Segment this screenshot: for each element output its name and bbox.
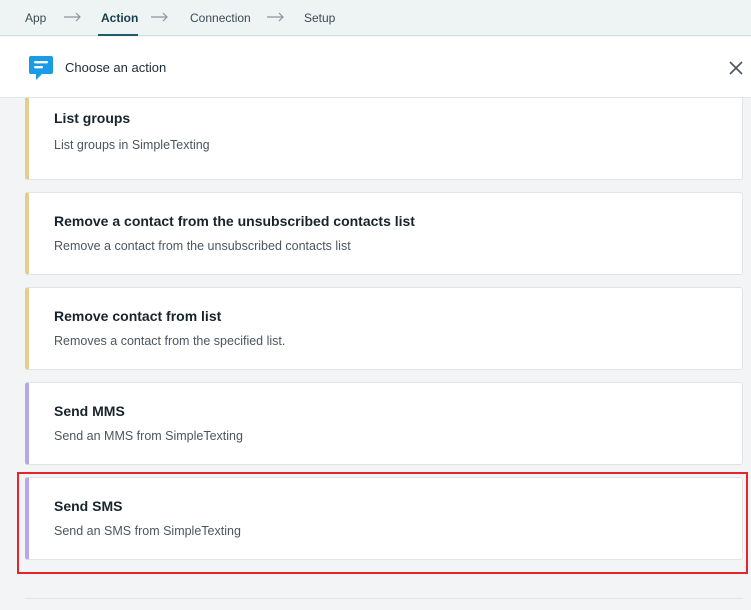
action-title: Remove contact from list (54, 308, 222, 324)
action-card-remove-unsubscribed[interactable]: Remove a contact from the unsubscribed c… (25, 192, 743, 275)
breadcrumb-setup[interactable]: Setup (304, 11, 335, 25)
action-card-list-groups[interactable]: List groups List groups in SimpleTexting (25, 98, 743, 180)
breadcrumb-app[interactable]: App (25, 11, 46, 25)
action-card-remove-from-list[interactable]: Remove contact from list Removes a conta… (25, 287, 743, 370)
action-description: List groups in SimpleTexting (54, 138, 210, 152)
list-divider (25, 598, 743, 599)
action-title: Send SMS (54, 498, 123, 514)
action-card-send-mms[interactable]: Send MMS Send an MMS from SimpleTexting (25, 382, 743, 465)
dialog-header: Choose an action (0, 37, 751, 98)
breadcrumb-connection[interactable]: Connection (190, 11, 251, 25)
arrow-right-icon (64, 12, 81, 22)
action-description: Removes a contact from the specified lis… (54, 334, 286, 348)
action-title: Send MMS (54, 403, 125, 419)
action-card-send-sms[interactable]: Send SMS Send an SMS from SimpleTexting (25, 477, 743, 560)
arrow-right-icon (151, 12, 168, 22)
close-icon[interactable] (728, 60, 744, 76)
action-description: Remove a contact from the unsubscribed c… (54, 239, 351, 253)
dialog-title: Choose an action (65, 60, 167, 75)
active-step-indicator (98, 34, 138, 36)
action-title: Remove a contact from the unsubscribed c… (54, 213, 415, 229)
action-title: List groups (54, 110, 131, 126)
action-list: List groups List groups in SimpleTexting… (0, 98, 751, 610)
action-description: Send an SMS from SimpleTexting (54, 524, 241, 538)
action-description: Send an MMS from SimpleTexting (54, 429, 243, 443)
breadcrumb-action[interactable]: Action (101, 11, 138, 25)
simpletexting-chat-icon (29, 56, 53, 80)
arrow-right-icon (267, 12, 284, 22)
breadcrumb: App Action Connection Setup (0, 0, 751, 36)
